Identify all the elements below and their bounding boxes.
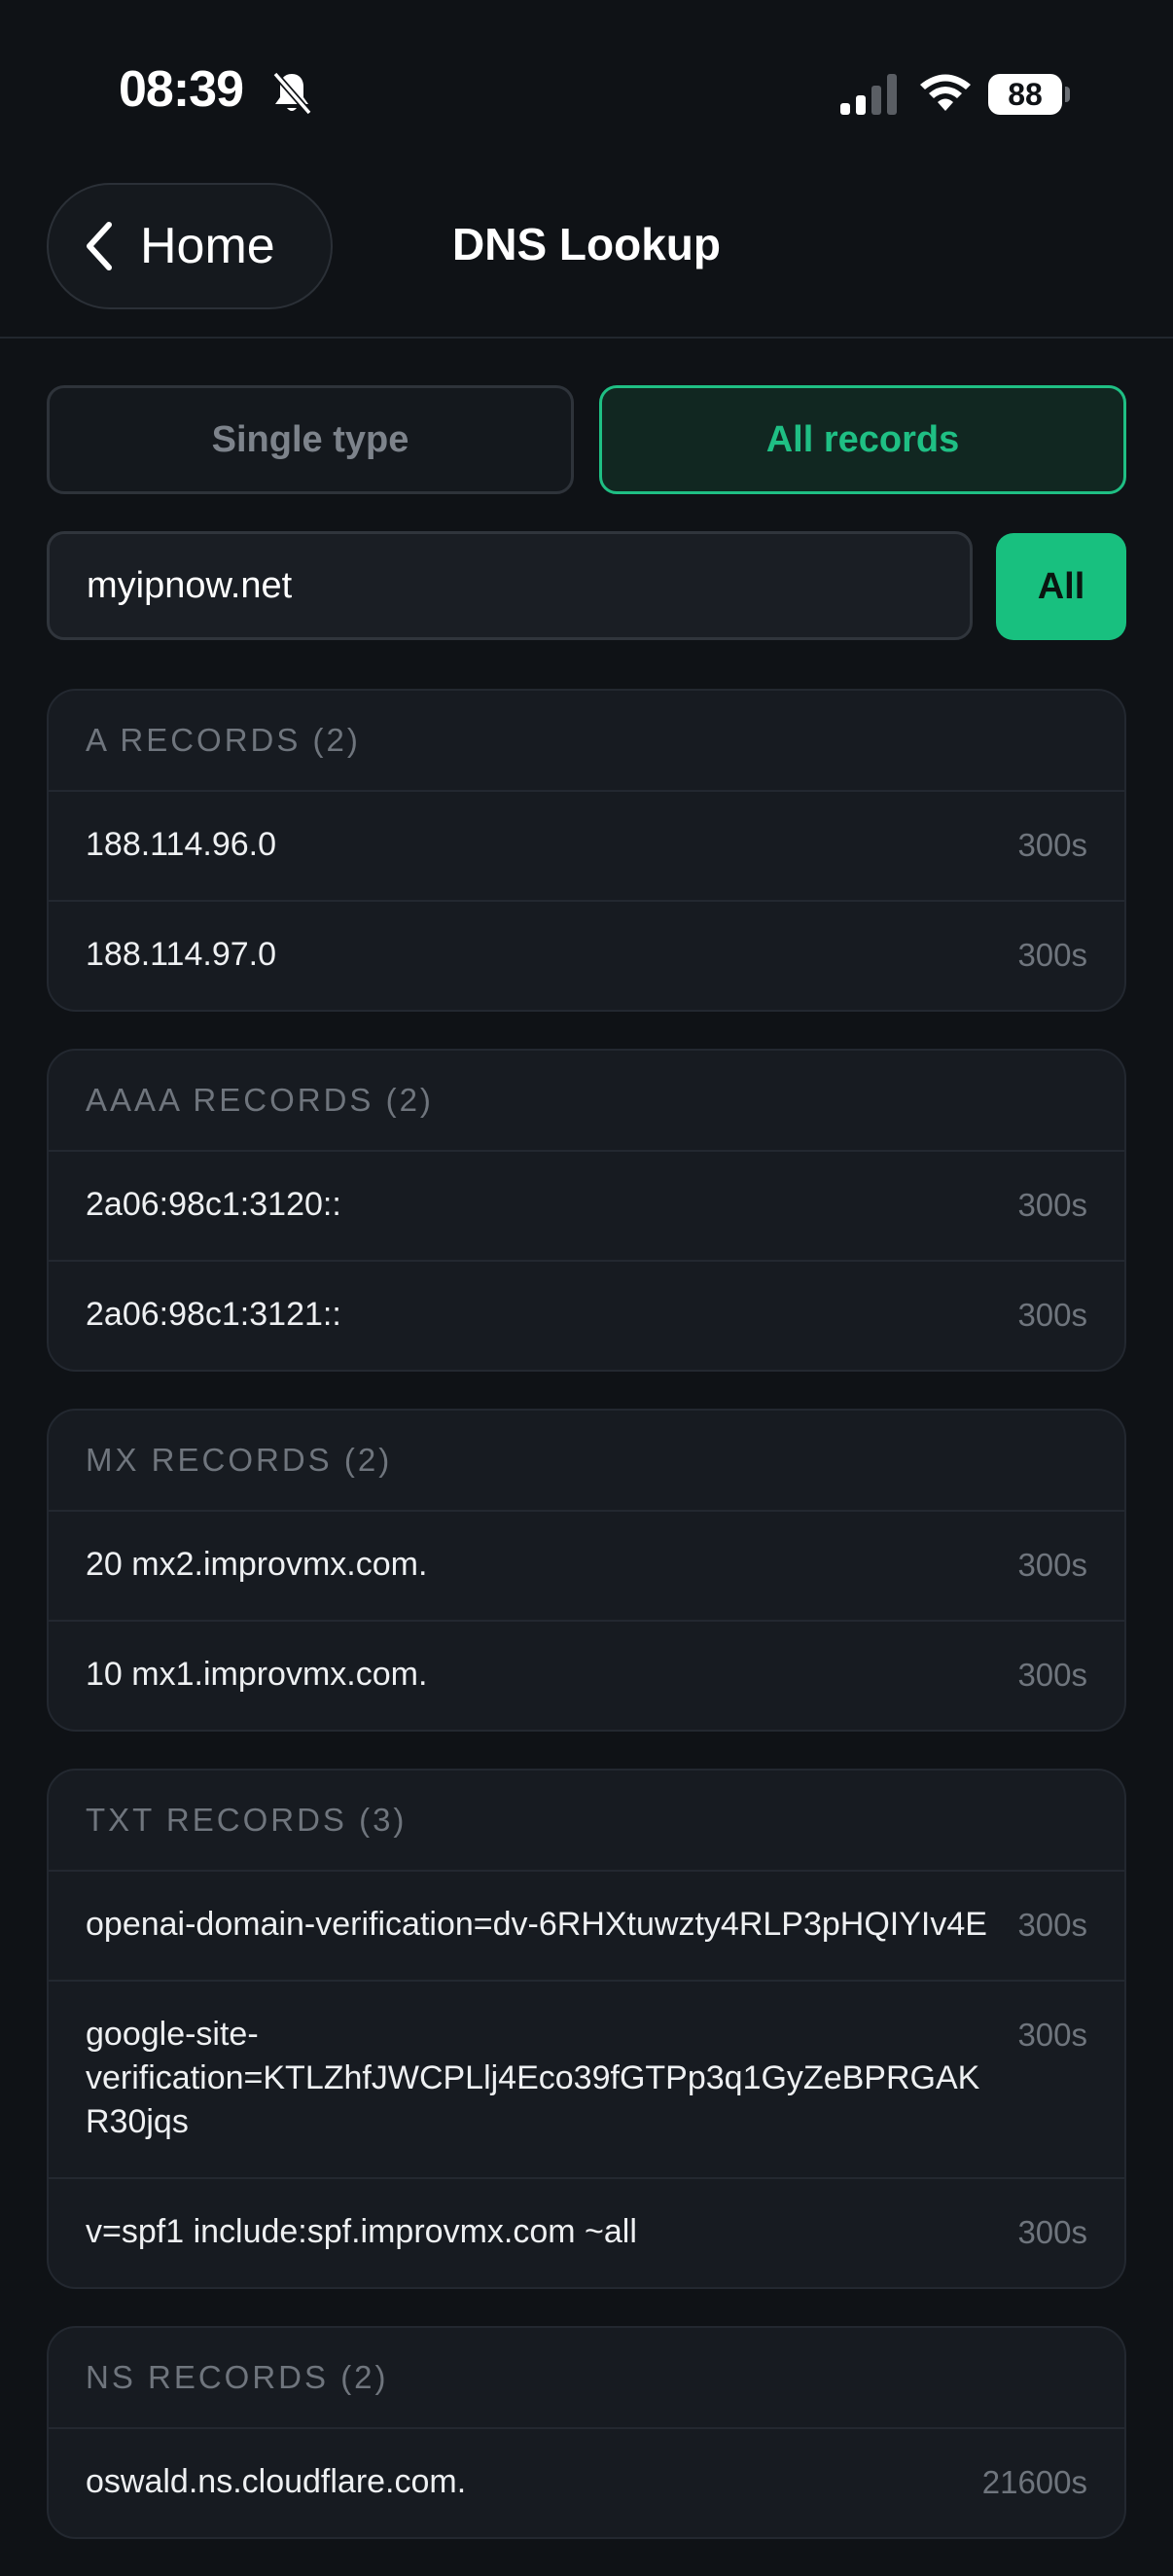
section-header: NS RECORDS (2) [49, 2328, 1124, 2429]
record-ttl: 300s [1017, 1547, 1087, 1583]
page-title: DNS Lookup [452, 219, 721, 269]
record-ttl: 300s [1017, 2017, 1087, 2053]
tab-single-type[interactable]: Single type [47, 385, 574, 494]
record-row[interactable]: 20 mx2.improvmx.com. 300s [49, 1512, 1124, 1622]
record-ttl: 300s [1017, 1907, 1087, 1943]
wifi-icon [920, 74, 971, 111]
record-value: 188.114.96.0 [86, 826, 276, 863]
domain-input[interactable] [47, 531, 973, 640]
record-value: 10 mx1.improvmx.com. [86, 1656, 428, 1693]
record-section: NS RECORDS (2) oswald.ns.cloudflare.com. 2… [47, 2326, 1126, 2539]
record-type-button[interactable]: All [996, 533, 1126, 640]
record-value: openai-domain-verification=dv-6RHXtuwzty… [86, 1906, 987, 1943]
section-header: AAAA RECORDS (2) [49, 1051, 1124, 1152]
record-value: oswald.ns.cloudflare.com. [86, 2463, 467, 2500]
section-header: A RECORDS (2) [49, 691, 1124, 792]
record-ttl: 300s [1017, 1657, 1087, 1693]
section-header: MX RECORDS (2) [49, 1411, 1124, 1512]
records-list: A RECORDS (2) 188.114.96.0 300s 188.114.97.… [47, 689, 1126, 2576]
record-ttl: 300s [1017, 2214, 1087, 2250]
record-ttl: 300s [1017, 937, 1087, 973]
record-section: MX RECORDS (2) 20 mx2.improvmx.com. 300s 10… [47, 1409, 1126, 1732]
battery-level: 88 [988, 74, 1062, 115]
nav-bar: Home DNS Lookup [0, 175, 1173, 339]
record-row[interactable]: oswald.ns.cloudflare.com. 21600s [49, 2429, 1124, 2537]
record-row[interactable]: 2a06:98c1:3120:: 300s [49, 1152, 1124, 1262]
record-row[interactable]: openai-domain-verification=dv-6RHXtuwzty… [49, 1872, 1124, 1982]
record-row[interactable]: 10 mx1.improvmx.com. 300s [49, 1622, 1124, 1730]
cellular-signal-icon [840, 74, 897, 115]
record-row[interactable]: google-site-verification=KTLZhfJWCPLlj4E… [49, 1982, 1124, 2179]
record-value: 2a06:98c1:3121:: [86, 1296, 341, 1333]
record-value: v=spf1 include:spf.improvmx.com ~all [86, 2213, 637, 2250]
record-row[interactable]: v=spf1 include:spf.improvmx.com ~all 300s [49, 2179, 1124, 2287]
record-ttl: 300s [1017, 827, 1087, 863]
record-value: 188.114.97.0 [86, 936, 276, 973]
record-ttl: 300s [1017, 1187, 1087, 1223]
record-section: AAAA RECORDS (2) 2a06:98c1:3120:: 300s 2a06… [47, 1049, 1126, 1372]
tab-all-records[interactable]: All records [599, 385, 1126, 494]
record-value: 20 mx2.improvmx.com. [86, 1546, 428, 1583]
record-value: 2a06:98c1:3120:: [86, 1186, 341, 1223]
record-row[interactable]: 188.114.97.0 300s [49, 902, 1124, 1010]
record-row[interactable]: 188.114.96.0 300s [49, 792, 1124, 902]
record-value: google-site-verification=KTLZhfJWCPLlj4E… [86, 2016, 980, 2140]
battery-indicator: 88 [988, 74, 1070, 115]
record-section: TXT RECORDS (3) openai-domain-verificatio… [47, 1769, 1126, 2289]
battery-cap [1065, 87, 1070, 102]
section-header: TXT RECORDS (3) [49, 1771, 1124, 1872]
record-section: A RECORDS (2) 188.114.96.0 300s 188.114.97.… [47, 689, 1126, 1012]
record-ttl: 300s [1017, 1297, 1087, 1333]
status-bar: 08:39 88 [0, 0, 1173, 175]
status-time: 08:39 [119, 61, 244, 118]
bell-muted-icon [272, 71, 312, 116]
record-ttl: 21600s [981, 2464, 1087, 2500]
record-row[interactable]: 2a06:98c1:3121:: 300s [49, 1262, 1124, 1370]
